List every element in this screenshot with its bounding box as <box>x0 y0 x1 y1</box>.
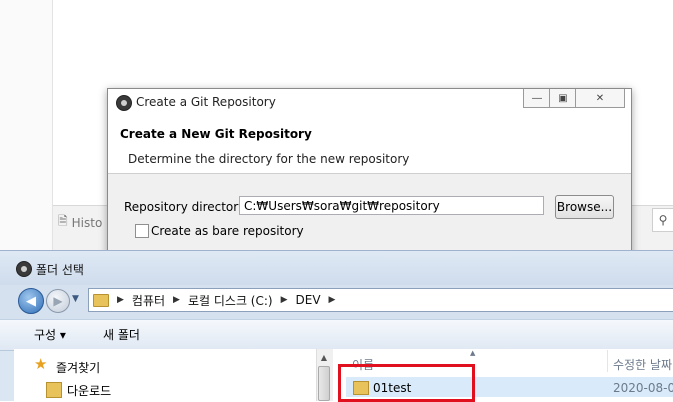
eclipse-app-icon <box>16 261 32 277</box>
organize-button[interactable]: 구성 ▾ <box>34 326 66 343</box>
nav-item-downloads[interactable]: 다운로드 <box>67 382 111 399</box>
folder-select-dialog: 폴더 선택 ◀ ▶ ▼ ▶ 컴퓨터 ▶ 로컬 디스크 (C:) ▶ DEV ▶ … <box>0 250 673 402</box>
column-divider[interactable] <box>607 350 608 372</box>
new-folder-button[interactable]: 새 폴더 <box>103 326 140 343</box>
column-header-date[interactable]: 수정한 날짜 <box>613 356 672 373</box>
list-item-date: 2020-08-0 <box>613 381 673 395</box>
breadcrumb-dev[interactable]: DEV <box>296 293 321 307</box>
command-bar <box>0 319 673 351</box>
downloads-folder-icon <box>46 382 62 398</box>
bare-repository-label[interactable]: Create as bare repository <box>151 224 304 238</box>
maximize-button[interactable]: ▣ <box>549 89 577 108</box>
recent-pages-dropdown-icon[interactable]: ▼ <box>72 294 79 304</box>
chevron-right-icon[interactable]: ▶ <box>281 295 288 305</box>
git-dialog-heading: Create a New Git Repository <box>120 127 312 141</box>
git-dialog-description: Determine the directory for the new repo… <box>128 152 410 166</box>
breadcrumb-computer[interactable]: 컴퓨터 <box>132 292 165 309</box>
bare-repository-checkbox[interactable] <box>135 224 149 238</box>
chevron-right-icon[interactable]: ▶ <box>173 295 180 305</box>
git-dialog-header: Create a New Git Repository Determine th… <box>108 115 631 174</box>
nav-item-favorites[interactable]: 즐겨찾기 <box>56 359 100 376</box>
minimize-button[interactable]: ― <box>523 89 551 108</box>
folder-dialog-title: 폴더 선택 <box>36 263 84 277</box>
sort-ascending-icon: ▲ <box>470 349 476 357</box>
chevron-right-icon[interactable]: ▶ <box>329 295 336 305</box>
back-arrow-icon[interactable]: ◀ <box>18 288 44 314</box>
highlight-annotation-box <box>338 364 475 402</box>
star-icon: ★ <box>34 355 48 373</box>
scrollbar-thumb[interactable] <box>318 366 330 401</box>
forward-arrow-icon[interactable]: ▶ <box>46 289 70 313</box>
chevron-right-icon[interactable]: ▶ <box>117 295 124 305</box>
repository-directory-label: Repository directory: <box>124 200 249 214</box>
search-icon[interactable]: ⚲ <box>652 208 673 232</box>
history-tab[interactable]: 🗎 Histo <box>58 212 102 233</box>
browse-button[interactable]: Browse... <box>555 195 614 219</box>
git-repository-dialog: Create a Git Repository ― ▣ ✕ Create a N… <box>107 88 632 265</box>
history-icon: 🗎 <box>58 214 68 228</box>
repository-directory-input[interactable]: C:₩Users₩sora₩git₩repository <box>239 196 544 215</box>
history-tab-label: Histo <box>71 215 103 230</box>
folder-dialog-titlebar <box>0 251 673 285</box>
address-bar[interactable]: ▶ 컴퓨터 ▶ 로컬 디스크 (C:) ▶ DEV ▶ <box>88 288 673 312</box>
scroll-up-icon[interactable]: ▲ <box>316 351 332 363</box>
git-dialog-title: Create a Git Repository <box>136 95 276 109</box>
close-button[interactable]: ✕ <box>575 89 625 108</box>
eclipse-app-icon <box>116 95 132 111</box>
breadcrumb-local-disk[interactable]: 로컬 디스크 (C:) <box>188 292 273 309</box>
folder-icon <box>93 293 109 307</box>
